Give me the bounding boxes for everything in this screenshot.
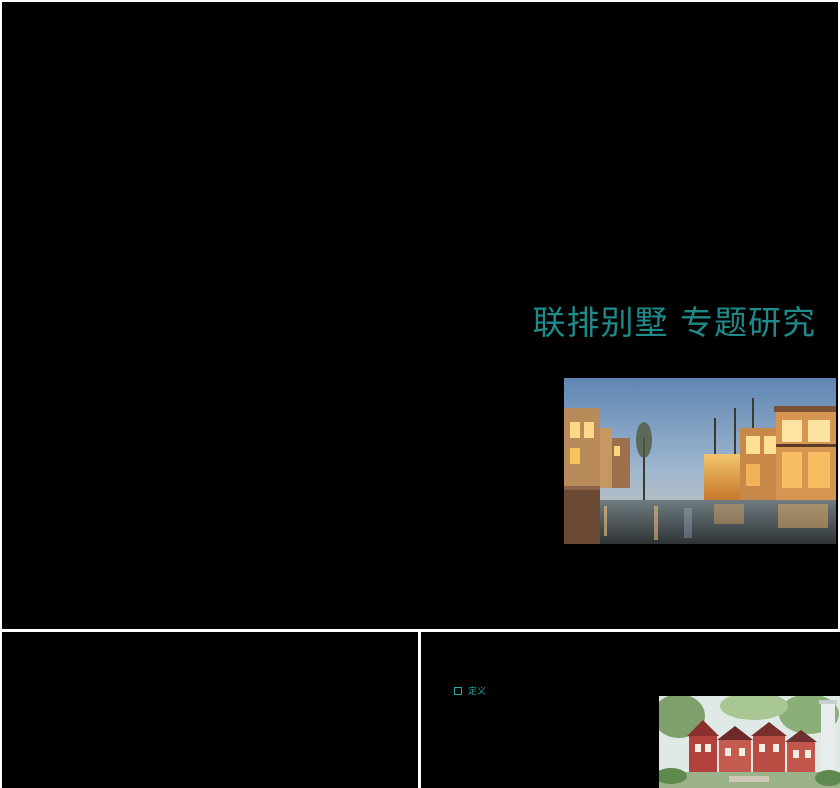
bullet-text: 定义 xyxy=(468,687,487,697)
square-bullet-icon xyxy=(454,686,462,695)
slide-title: 联排别墅 专题研究 xyxy=(532,303,816,342)
townhouse-illustration xyxy=(659,696,840,788)
bullet-item: 定义 xyxy=(454,684,486,697)
definition-slide: 定义 xyxy=(421,632,840,788)
blank-slide xyxy=(2,632,418,788)
title-slide: 联排别墅 专题研究 xyxy=(2,2,838,629)
townhouse-night-photo xyxy=(564,378,836,544)
